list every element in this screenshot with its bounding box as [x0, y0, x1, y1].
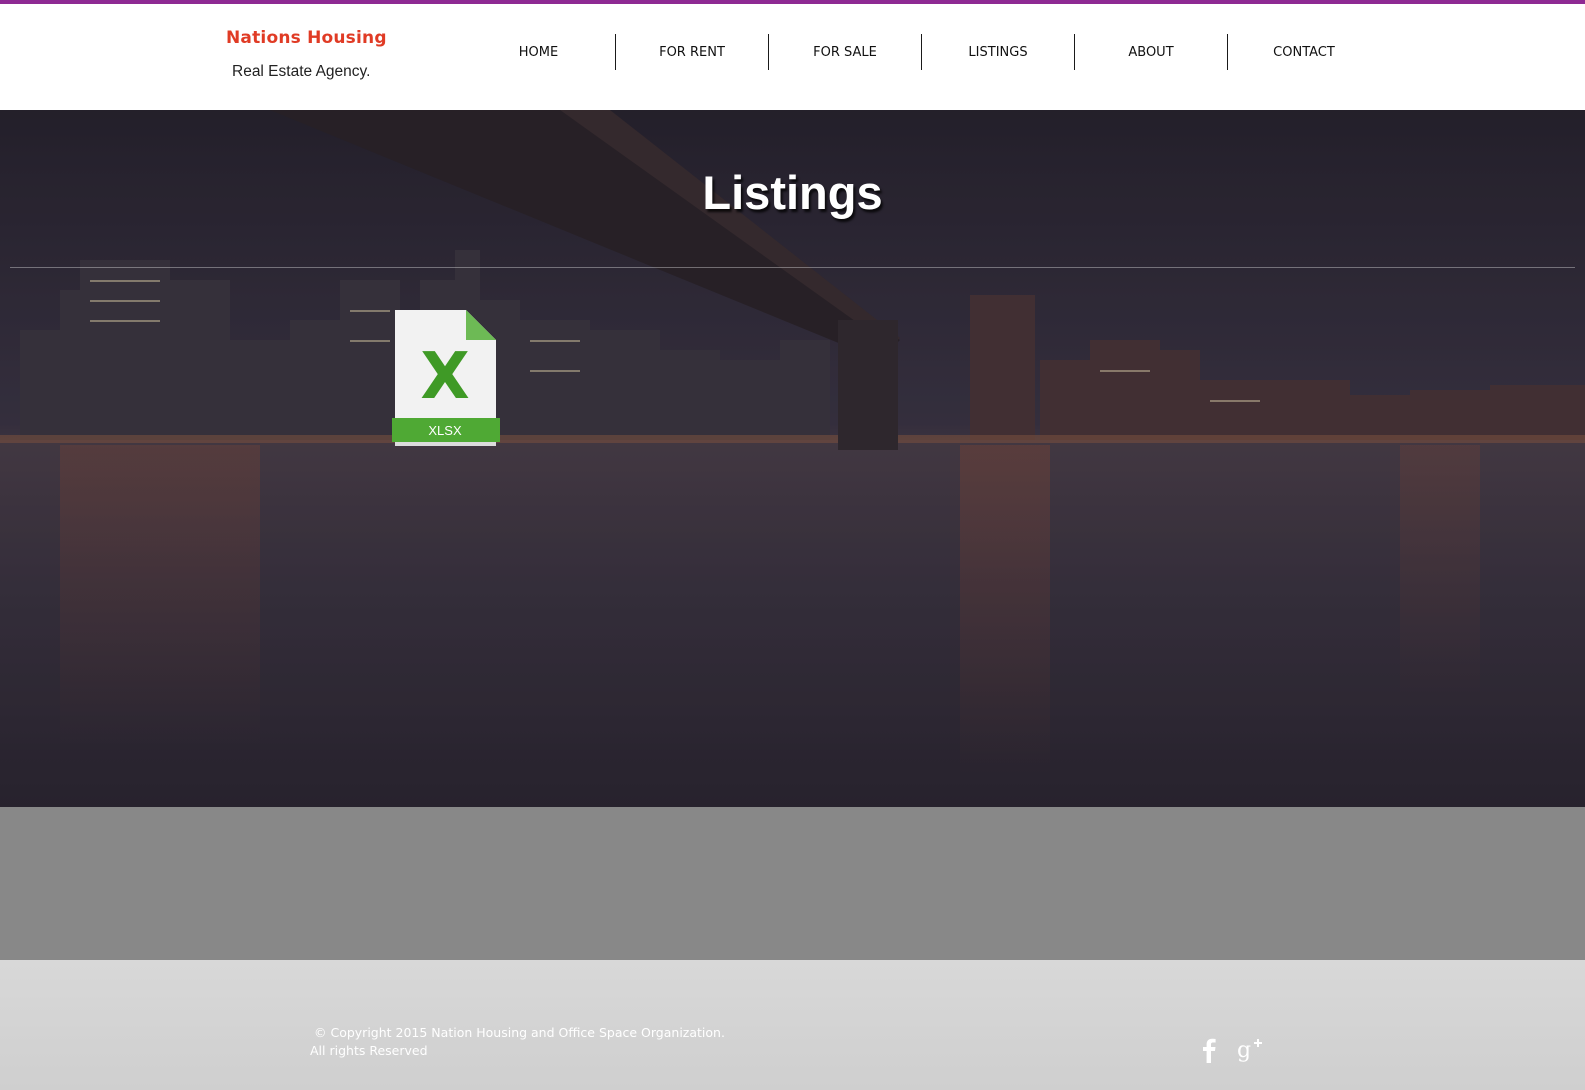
social-links: g [1196, 1036, 1262, 1064]
site-footer: © Copyright 2015 Nation Housing and Offi… [0, 960, 1585, 1090]
svg-text:g: g [1237, 1038, 1251, 1063]
xlsx-glyph: X [420, 340, 469, 414]
nav-item-listings[interactable]: LISTINGS [921, 34, 1074, 70]
nav-item-contact[interactable]: CONTACT [1227, 34, 1380, 70]
xlsx-file-icon[interactable]: X XLSX [392, 310, 500, 450]
hero-section: Listings X XLSX [0, 110, 1585, 807]
xlsx-label: XLSX [428, 423, 462, 438]
site-header: Nations Housing Real Estate Agency. HOME… [0, 4, 1585, 110]
main-nav: HOME FOR RENT FOR SALE LISTINGS ABOUT CO… [462, 34, 1380, 70]
brand-tagline: Real Estate Agency. [232, 63, 371, 80]
nav-item-for-rent[interactable]: FOR RENT [615, 34, 768, 70]
copyright-line: © Copyright 2015 Nation Housing and Offi… [314, 1025, 725, 1040]
rights-line: All rights Reserved [310, 1043, 428, 1058]
nav-item-for-sale[interactable]: FOR SALE [768, 34, 921, 70]
content-band [0, 807, 1585, 960]
facebook-icon[interactable] [1196, 1036, 1222, 1064]
nav-item-home[interactable]: HOME [462, 34, 615, 70]
google-plus-icon[interactable]: g [1236, 1036, 1262, 1064]
copyright-text: © Copyright 2015 Nation Housing and Offi… [310, 1024, 725, 1060]
brand-name[interactable]: Nations Housing [226, 28, 387, 48]
page-title: Listings [702, 166, 883, 219]
nav-item-about[interactable]: ABOUT [1074, 34, 1227, 70]
divider [10, 267, 1575, 268]
